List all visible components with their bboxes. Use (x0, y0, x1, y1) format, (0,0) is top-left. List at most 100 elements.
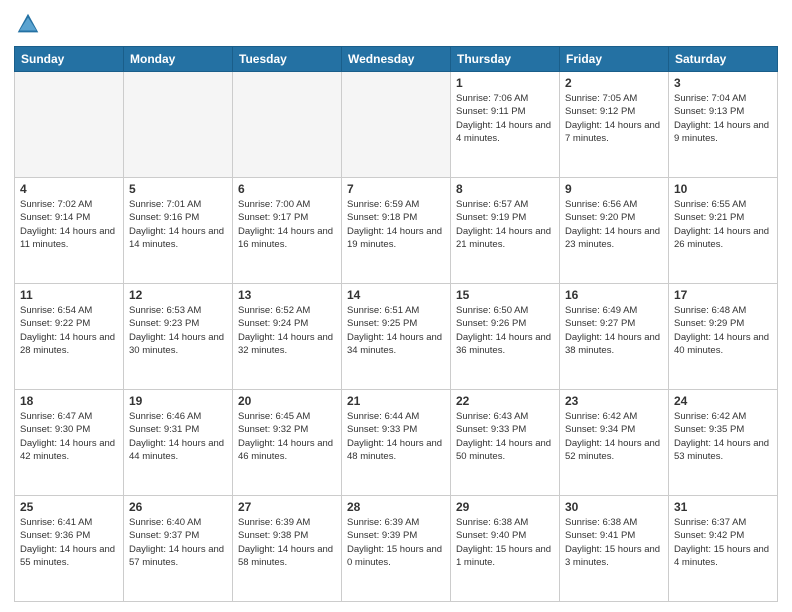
day-number: 21 (347, 394, 445, 408)
day-detail: Sunrise: 6:39 AM Sunset: 9:39 PM Dayligh… (347, 516, 445, 569)
day-detail: Sunrise: 6:39 AM Sunset: 9:38 PM Dayligh… (238, 516, 336, 569)
day-number: 26 (129, 500, 227, 514)
day-cell (15, 72, 124, 178)
day-cell: 16Sunrise: 6:49 AM Sunset: 9:27 PM Dayli… (560, 284, 669, 390)
day-cell: 23 Sunrise: 6:42 AM Sunset: 9:34 PM Dayli… (560, 390, 669, 496)
day-detail: Sunrise: 6:43 AM Sunset: 9:33 PM Dayligh… (456, 410, 554, 463)
day-number: 30 (565, 500, 663, 514)
day-number: 3 (674, 76, 772, 90)
day-number: 24 (674, 394, 772, 408)
day-cell: 2 Sunrise: 7:05 AM Sunset: 9:12 PM Daylig… (560, 72, 669, 178)
day-detail: Sunrise: 6:50 AM Sunset: 9:26 PM Dayligh… (456, 304, 554, 357)
day-cell: 1 Sunrise: 7:06 AM Sunset: 9:11 PM Daylig… (451, 72, 560, 178)
day-cell: 19 Sunrise: 6:46 AM Sunset: 9:31 PM Dayli… (124, 390, 233, 496)
day-detail: Sunrise: 7:05 AM Sunset: 9:12 PM Dayligh… (565, 92, 663, 145)
day-detail: Sunrise: 7:02 AM Sunset: 9:14 PM Dayligh… (20, 198, 118, 251)
day-number: 29 (456, 500, 554, 514)
day-number: 5 (129, 182, 227, 196)
day-number: 11 (20, 288, 118, 302)
day-cell: 17 Sunrise: 6:48 AM Sunset: 9:29 PM Dayli… (669, 284, 778, 390)
weekday-header-monday: Monday (124, 47, 233, 72)
day-number: 23 (565, 394, 663, 408)
day-number: 9 (565, 182, 663, 196)
day-detail: Sunrise: 6:54 AM Sunset: 9:22 PM Dayligh… (20, 304, 118, 357)
calendar-table: SundayMondayTuesdayWednesdayThursdayFrid… (14, 46, 778, 602)
page: SundayMondayTuesdayWednesdayThursdayFrid… (0, 0, 792, 612)
day-cell: 8Sunrise: 6:57 AM Sunset: 9:19 PM Daylig… (451, 178, 560, 284)
day-number: 7 (347, 182, 445, 196)
day-number: 17 (674, 288, 772, 302)
day-detail: Sunrise: 7:06 AM Sunset: 9:11 PM Dayligh… (456, 92, 554, 145)
day-number: 10 (674, 182, 772, 196)
day-detail: Sunrise: 7:04 AM Sunset: 9:13 PM Dayligh… (674, 92, 772, 145)
day-detail: Sunrise: 6:38 AM Sunset: 9:41 PM Dayligh… (565, 516, 663, 569)
day-cell: 20Sunrise: 6:45 AM Sunset: 9:32 PM Dayli… (233, 390, 342, 496)
day-cell: 3 Sunrise: 7:04 AM Sunset: 9:13 PM Daylig… (669, 72, 778, 178)
day-detail: Sunrise: 6:47 AM Sunset: 9:30 PM Dayligh… (20, 410, 118, 463)
day-cell: 25 Sunrise: 6:41 AM Sunset: 9:36 PM Dayli… (15, 496, 124, 602)
day-cell: 4 Sunrise: 7:02 AM Sunset: 9:14 PM Daylig… (15, 178, 124, 284)
weekday-header-sunday: Sunday (15, 47, 124, 72)
week-row-5: 25 Sunrise: 6:41 AM Sunset: 9:36 PM Dayli… (15, 496, 778, 602)
day-detail: Sunrise: 7:00 AM Sunset: 9:17 PM Dayligh… (238, 198, 336, 251)
day-number: 4 (20, 182, 118, 196)
logo (14, 10, 46, 38)
day-number: 13 (238, 288, 336, 302)
week-row-4: 18 Sunrise: 6:47 AM Sunset: 9:30 PM Dayli… (15, 390, 778, 496)
day-cell (124, 72, 233, 178)
week-row-1: 1 Sunrise: 7:06 AM Sunset: 9:11 PM Daylig… (15, 72, 778, 178)
day-number: 15 (456, 288, 554, 302)
day-number: 22 (456, 394, 554, 408)
day-detail: Sunrise: 6:51 AM Sunset: 9:25 PM Dayligh… (347, 304, 445, 357)
day-number: 31 (674, 500, 772, 514)
day-cell: 7 Sunrise: 6:59 AM Sunset: 9:18 PM Daylig… (342, 178, 451, 284)
day-cell: 5 Sunrise: 7:01 AM Sunset: 9:16 PM Daylig… (124, 178, 233, 284)
header (14, 10, 778, 38)
day-cell: 12Sunrise: 6:53 AM Sunset: 9:23 PM Dayli… (124, 284, 233, 390)
weekday-row: SundayMondayTuesdayWednesdayThursdayFrid… (15, 47, 778, 72)
day-cell: 29 Sunrise: 6:38 AM Sunset: 9:40 PM Dayli… (451, 496, 560, 602)
week-row-3: 11 Sunrise: 6:54 AM Sunset: 9:22 PM Dayli… (15, 284, 778, 390)
day-number: 28 (347, 500, 445, 514)
day-cell: 31 Sunrise: 6:37 AM Sunset: 9:42 PM Dayli… (669, 496, 778, 602)
day-number: 18 (20, 394, 118, 408)
day-detail: Sunrise: 6:40 AM Sunset: 9:37 PM Dayligh… (129, 516, 227, 569)
day-detail: Sunrise: 6:37 AM Sunset: 9:42 PM Dayligh… (674, 516, 772, 569)
day-cell: 30 Sunrise: 6:38 AM Sunset: 9:41 PM Dayli… (560, 496, 669, 602)
week-row-2: 4 Sunrise: 7:02 AM Sunset: 9:14 PM Daylig… (15, 178, 778, 284)
day-detail: Sunrise: 6:48 AM Sunset: 9:29 PM Dayligh… (674, 304, 772, 357)
day-detail: Sunrise: 6:52 AM Sunset: 9:24 PM Dayligh… (238, 304, 336, 357)
day-number: 16 (565, 288, 663, 302)
day-detail: Sunrise: 7:01 AM Sunset: 9:16 PM Dayligh… (129, 198, 227, 251)
day-cell: 24 Sunrise: 6:42 AM Sunset: 9:35 PM Dayli… (669, 390, 778, 496)
day-detail: Sunrise: 6:57 AM Sunset: 9:19 PM Dayligh… (456, 198, 554, 251)
day-cell: 21 Sunrise: 6:44 AM Sunset: 9:33 PM Dayli… (342, 390, 451, 496)
day-number: 25 (20, 500, 118, 514)
day-detail: Sunrise: 6:59 AM Sunset: 9:18 PM Dayligh… (347, 198, 445, 251)
day-cell: 18 Sunrise: 6:47 AM Sunset: 9:30 PM Dayli… (15, 390, 124, 496)
day-detail: Sunrise: 6:41 AM Sunset: 9:36 PM Dayligh… (20, 516, 118, 569)
day-detail: Sunrise: 6:53 AM Sunset: 9:23 PM Dayligh… (129, 304, 227, 357)
day-detail: Sunrise: 6:44 AM Sunset: 9:33 PM Dayligh… (347, 410, 445, 463)
day-cell (342, 72, 451, 178)
weekday-header-tuesday: Tuesday (233, 47, 342, 72)
day-detail: Sunrise: 6:56 AM Sunset: 9:20 PM Dayligh… (565, 198, 663, 251)
day-cell: 13 Sunrise: 6:52 AM Sunset: 9:24 PM Dayli… (233, 284, 342, 390)
day-cell: 10Sunrise: 6:55 AM Sunset: 9:21 PM Dayli… (669, 178, 778, 284)
day-cell: 22 Sunrise: 6:43 AM Sunset: 9:33 PM Dayli… (451, 390, 560, 496)
day-cell (233, 72, 342, 178)
day-detail: Sunrise: 6:42 AM Sunset: 9:35 PM Dayligh… (674, 410, 772, 463)
day-cell: 9 Sunrise: 6:56 AM Sunset: 9:20 PM Daylig… (560, 178, 669, 284)
day-number: 19 (129, 394, 227, 408)
day-detail: Sunrise: 6:42 AM Sunset: 9:34 PM Dayligh… (565, 410, 663, 463)
day-cell: 6 Sunrise: 7:00 AM Sunset: 9:17 PM Daylig… (233, 178, 342, 284)
day-number: 20 (238, 394, 336, 408)
day-number: 6 (238, 182, 336, 196)
day-cell: 27 Sunrise: 6:39 AM Sunset: 9:38 PM Dayli… (233, 496, 342, 602)
day-detail: Sunrise: 6:46 AM Sunset: 9:31 PM Dayligh… (129, 410, 227, 463)
day-number: 27 (238, 500, 336, 514)
day-detail: Sunrise: 6:38 AM Sunset: 9:40 PM Dayligh… (456, 516, 554, 569)
calendar-body: 1 Sunrise: 7:06 AM Sunset: 9:11 PM Daylig… (15, 72, 778, 602)
day-number: 2 (565, 76, 663, 90)
day-number: 1 (456, 76, 554, 90)
